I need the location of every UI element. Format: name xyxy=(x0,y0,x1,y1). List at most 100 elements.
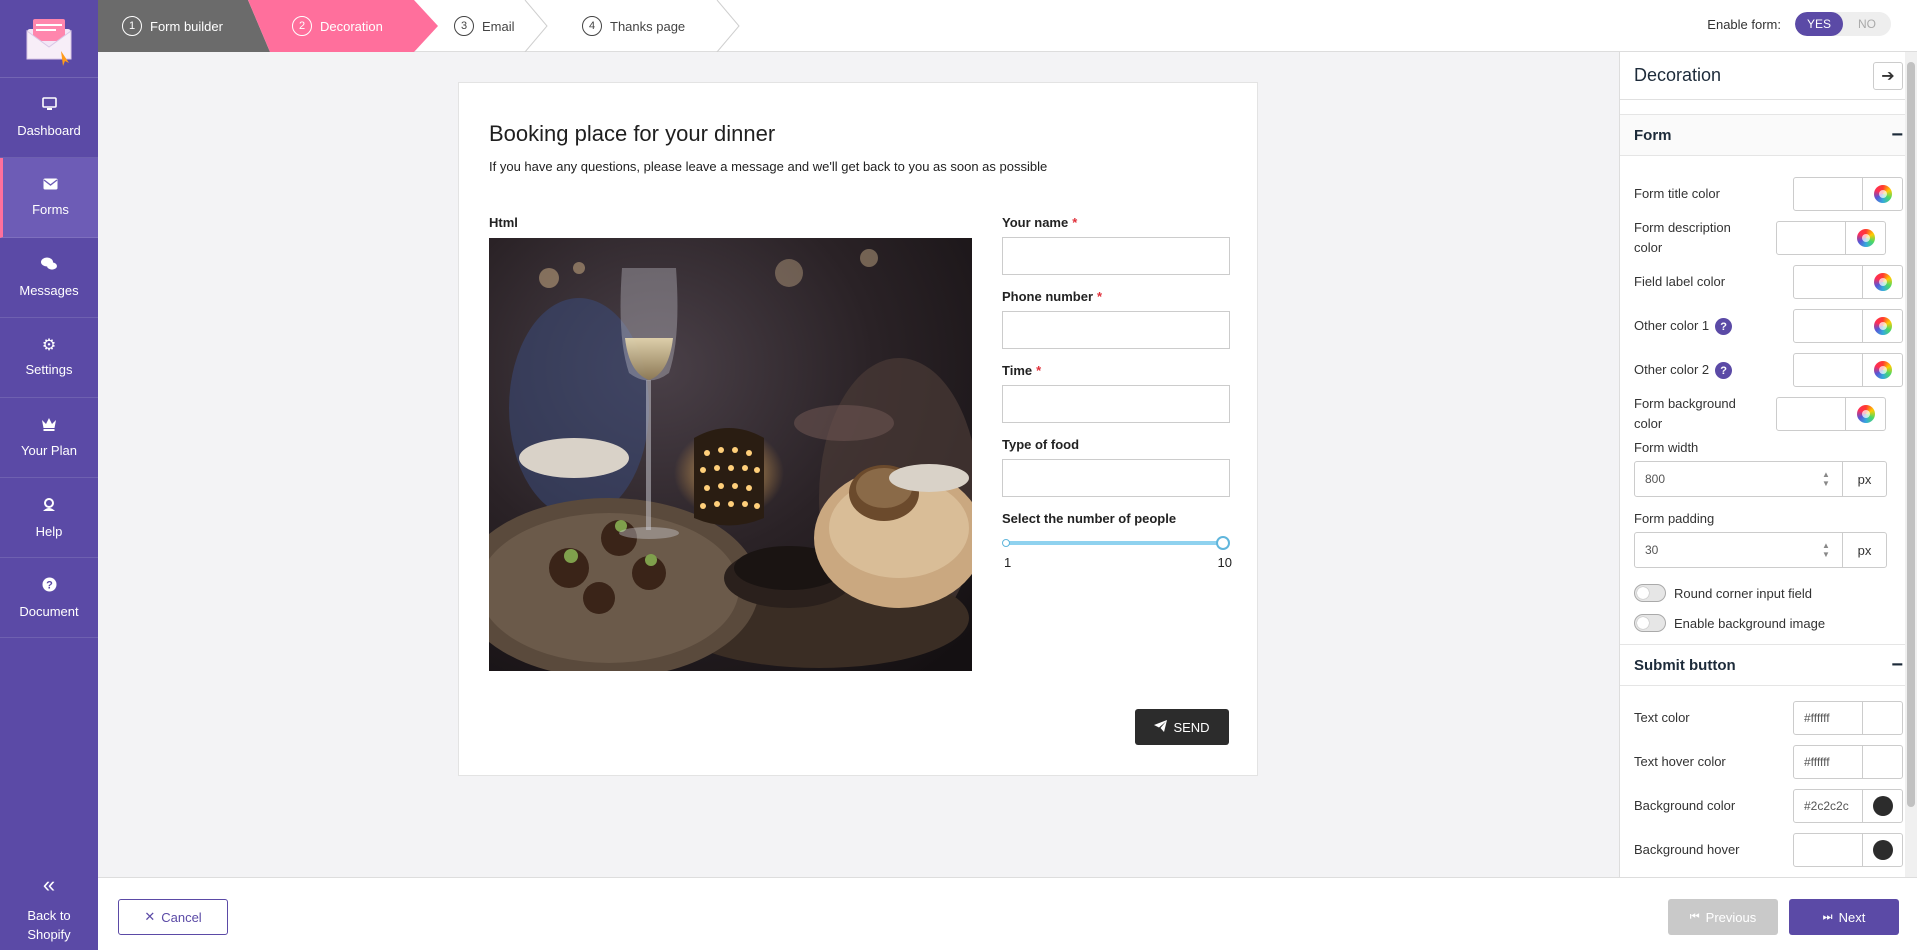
slider-max-handle[interactable] xyxy=(1216,536,1230,550)
help-question-icon[interactable]: ? xyxy=(1715,318,1733,336)
color-value[interactable] xyxy=(1794,266,1862,298)
envelope-logo-icon xyxy=(26,18,72,66)
other-color-1-picker[interactable] xyxy=(1793,309,1903,343)
toggle-no[interactable]: NO xyxy=(1843,12,1891,36)
sidebar-item-your-plan[interactable]: Your Plan xyxy=(0,398,98,478)
your-name-input[interactable] xyxy=(1002,237,1230,275)
color-value[interactable]: #ffffff xyxy=(1794,702,1862,734)
scrollbar-thumb[interactable] xyxy=(1907,62,1915,807)
field-label: Your name * xyxy=(1002,215,1230,230)
color-swatch[interactable] xyxy=(1862,178,1902,210)
step-email[interactable]: 3 Email xyxy=(454,0,515,52)
submit-text-color-picker[interactable]: #ffffff xyxy=(1793,701,1903,735)
color-value[interactable] xyxy=(1794,310,1862,342)
form-description-color-picker[interactable] xyxy=(1776,221,1886,255)
sidebar-item-settings[interactable]: ⚙ Settings xyxy=(0,318,98,398)
next-button[interactable]: ⏭ Next xyxy=(1789,899,1899,935)
color-value[interactable] xyxy=(1794,354,1862,386)
collapse-panel-button[interactable]: ➔ xyxy=(1873,61,1903,90)
collapse-minus-icon[interactable]: − xyxy=(1891,654,1903,677)
color-wheel-icon xyxy=(1873,185,1892,203)
sidebar-item-label: Dashboard xyxy=(17,123,81,138)
send-button[interactable]: SEND xyxy=(1135,709,1229,745)
html-block-label: Html xyxy=(489,215,518,230)
color-swatch[interactable] xyxy=(1862,834,1902,866)
step-decoration[interactable]: 2 Decoration xyxy=(248,0,438,52)
field-label-color-picker[interactable] xyxy=(1793,265,1903,299)
required-marker: * xyxy=(1097,289,1103,304)
submit-text-hover-color-picker[interactable]: #ffffff xyxy=(1793,745,1903,779)
submit-text-color-row: Text color #ffffff xyxy=(1620,696,1917,740)
form-width-value[interactable]: 800 xyxy=(1635,462,1818,496)
background-image-row: Enable background image xyxy=(1620,608,1917,638)
row-label: Form description color xyxy=(1634,220,1731,255)
panel-title: Decoration xyxy=(1634,65,1722,85)
sidebar-item-messages[interactable]: Messages xyxy=(0,238,98,318)
color-swatch[interactable] xyxy=(1862,790,1902,822)
round-corner-toggle[interactable] xyxy=(1634,584,1666,602)
form-description-color-row: Form description color xyxy=(1620,216,1917,260)
form-padding-value[interactable]: 30 xyxy=(1635,533,1818,567)
step-bar: 1 Form builder 2 Decoration 3 Email 4 Th… xyxy=(98,0,1917,52)
submit-background-color-picker[interactable]: #2c2c2c xyxy=(1793,789,1903,823)
type-of-food-input[interactable] xyxy=(1002,459,1230,497)
time-input[interactable] xyxy=(1002,385,1230,423)
form-padding-row: Form padding 30 ▲ ▼ px xyxy=(1620,511,1917,568)
section-form-header[interactable]: Form − xyxy=(1620,114,1917,156)
toggle-yes[interactable]: YES xyxy=(1795,12,1843,36)
color-swatch[interactable] xyxy=(1862,702,1902,734)
sidebar-item-dashboard[interactable]: Dashboard xyxy=(0,78,98,158)
section-submit-button-header[interactable]: Submit button − xyxy=(1620,644,1917,686)
color-value[interactable] xyxy=(1794,834,1862,866)
spinner-icon[interactable]: ▲ ▼ xyxy=(1818,462,1834,496)
phone-number-input[interactable] xyxy=(1002,311,1230,349)
form-background-color-picker[interactable] xyxy=(1776,397,1886,431)
color-value[interactable] xyxy=(1777,398,1845,430)
round-corner-row: Round corner input field xyxy=(1620,578,1917,608)
monitor-icon xyxy=(41,97,57,115)
color-value[interactable]: #2c2c2c xyxy=(1794,790,1862,822)
color-swatch[interactable] xyxy=(1845,398,1885,430)
form-width-input[interactable]: 800 ▲ ▼ px xyxy=(1634,461,1887,497)
row-label: Other color 2? xyxy=(1634,360,1793,380)
color-swatch[interactable] xyxy=(1862,746,1902,778)
row-label: Background color xyxy=(1634,798,1736,813)
sidebar-item-help[interactable]: Help xyxy=(0,478,98,558)
other-color-2-picker[interactable] xyxy=(1793,353,1903,387)
color-value[interactable]: #ffffff xyxy=(1794,746,1862,778)
panel-spacer xyxy=(1620,156,1917,172)
panel-scrollbar[interactable] xyxy=(1905,52,1917,877)
section-title: Form xyxy=(1634,126,1672,144)
step-forward-icon: ⏭ xyxy=(1822,910,1833,923)
form-description: If you have any questions, please leave … xyxy=(489,159,1048,174)
app-logo[interactable] xyxy=(0,0,98,78)
sidebar-item-forms[interactable]: Forms xyxy=(0,158,98,238)
step-label: Form builder xyxy=(150,18,223,34)
background-image-toggle[interactable] xyxy=(1634,614,1666,632)
step-thanks-page[interactable]: 4 Thanks page xyxy=(582,0,685,52)
field-type-of-food: Type of food xyxy=(1002,437,1230,497)
submit-background-hover-picker[interactable] xyxy=(1793,833,1903,867)
form-title-color-picker[interactable] xyxy=(1793,177,1903,211)
back-to-shopify-button[interactable]: « Back to Shopify xyxy=(0,870,98,950)
step-form-builder[interactable]: 1 Form builder xyxy=(98,0,270,52)
panel-header: Decoration ➔ xyxy=(1620,52,1917,100)
collapse-minus-icon[interactable]: − xyxy=(1891,124,1903,147)
color-swatch[interactable] xyxy=(1862,354,1902,386)
previous-button[interactable]: ⏮ Previous xyxy=(1668,899,1778,935)
people-range-slider[interactable] xyxy=(1002,533,1230,553)
spinner-icon[interactable]: ▲ ▼ xyxy=(1818,533,1834,567)
color-value[interactable] xyxy=(1777,222,1845,254)
color-value[interactable] xyxy=(1794,178,1862,210)
slider-min-handle[interactable] xyxy=(1002,539,1010,547)
step-number: 2 xyxy=(292,16,312,36)
enable-form-toggle[interactable]: YES NO xyxy=(1795,12,1891,36)
color-swatch[interactable] xyxy=(1862,266,1902,298)
color-swatch[interactable] xyxy=(1845,222,1885,254)
cancel-button[interactable]: ✕ Cancel xyxy=(118,899,228,935)
required-marker: * xyxy=(1072,215,1078,230)
color-swatch[interactable] xyxy=(1862,310,1902,342)
form-padding-input[interactable]: 30 ▲ ▼ px xyxy=(1634,532,1887,568)
sidebar-item-document[interactable]: ? Document xyxy=(0,558,98,638)
help-question-icon[interactable]: ? xyxy=(1715,362,1733,380)
